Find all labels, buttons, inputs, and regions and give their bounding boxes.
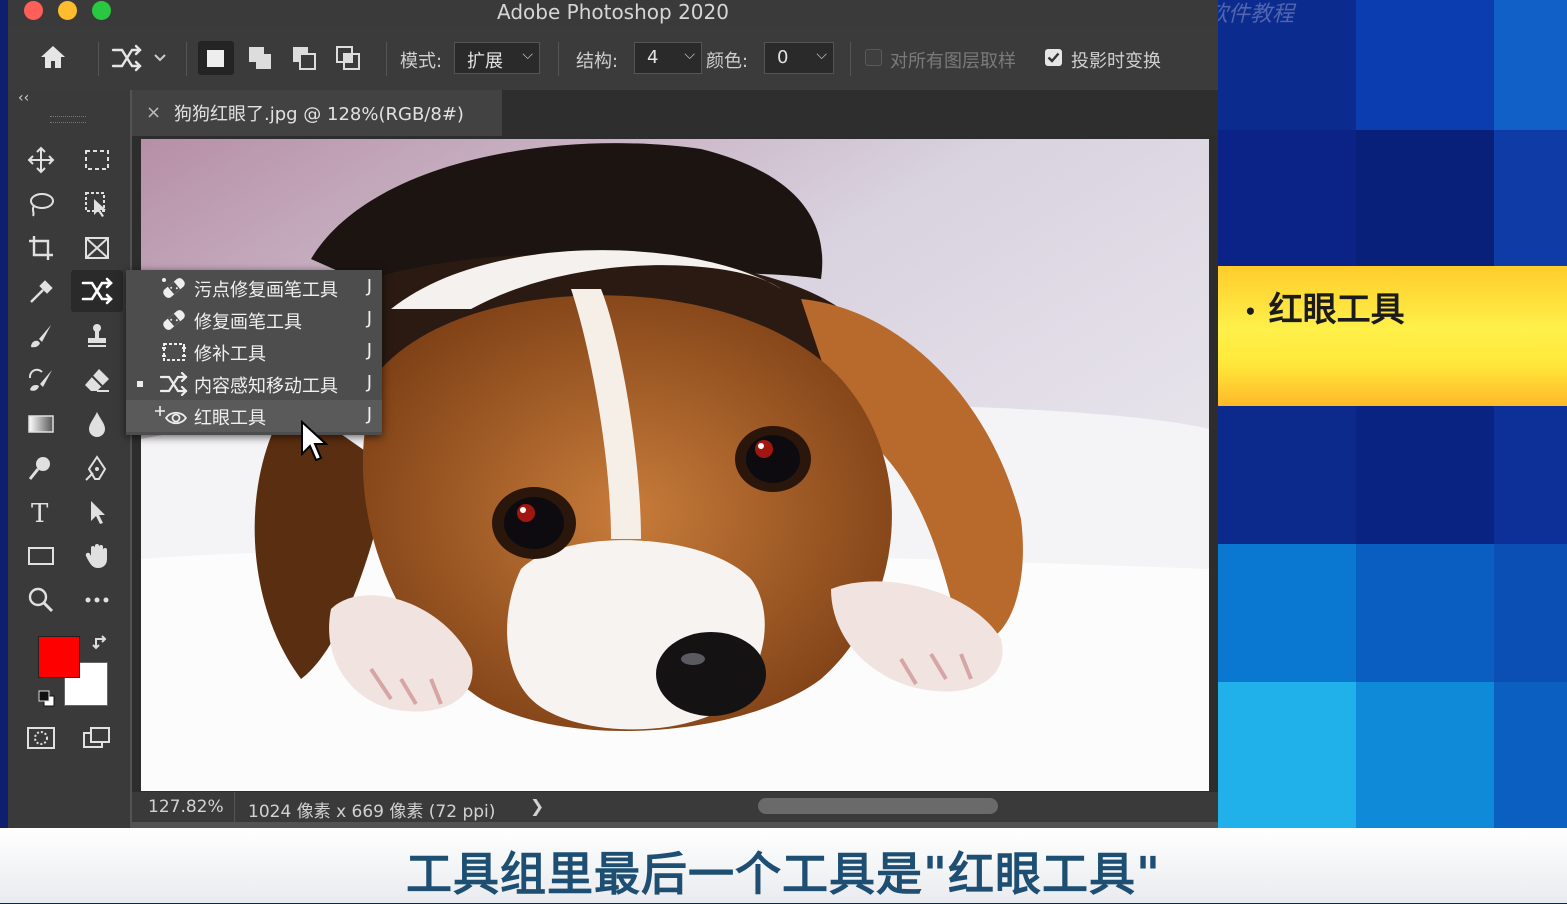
chevron-down-icon: ⌵ — [816, 47, 827, 63]
transform-on-drop-label: 投影时变换 — [1071, 51, 1161, 72]
title-bar: Adobe Photoshop 2020 — [8, 0, 1218, 26]
banner-label: • 红眼工具 — [1244, 290, 1405, 330]
structure-select[interactable]: 4 ⌵ — [634, 42, 702, 74]
color-label: 颜色: — [706, 51, 749, 72]
window-title: Adobe Photoshop 2020 — [497, 0, 729, 24]
menu-item-spot-healing-brush[interactable]: 污点修复画笔工具 J — [126, 272, 382, 304]
topic-banner: • 红眼工具 — [1218, 266, 1567, 406]
clone-stamp-tool-icon[interactable] — [77, 318, 117, 354]
collapse-panel-button[interactable]: ‹‹ — [18, 90, 29, 106]
menu-item-label: 修复画笔工具 — [194, 312, 302, 333]
document-tab-bar: × 狗狗红眼了.jpg @ 128%(RGB/8#) — [132, 90, 1218, 136]
close-tab-icon[interactable]: × — [146, 102, 161, 123]
document-tab[interactable]: × 狗狗红眼了.jpg @ 128%(RGB/8#) — [132, 90, 502, 136]
healing-tool-group-icon[interactable] — [71, 270, 123, 312]
chevron-down-icon: ⌵ — [522, 47, 533, 63]
more-tools-icon[interactable] — [77, 582, 117, 618]
menu-item-red-eye[interactable]: 红眼工具 J — [126, 400, 382, 432]
sample-all-layers-checkbox[interactable] — [865, 49, 882, 66]
marquee-tool-icon[interactable] — [77, 142, 117, 178]
red-eye-icon — [154, 404, 188, 428]
transform-on-drop-checkbox[interactable] — [1045, 49, 1062, 66]
mode-value: 扩展 — [467, 51, 503, 72]
pen-tool-icon[interactable] — [77, 450, 117, 486]
mouse-cursor-icon — [300, 419, 330, 468]
gradient-tool-icon[interactable] — [21, 406, 61, 442]
swap-colors-icon[interactable] — [92, 634, 110, 656]
rectangle-tool-icon[interactable] — [21, 538, 61, 574]
foreground-color-swatch[interactable] — [38, 636, 80, 678]
toolbox-grip[interactable] — [50, 116, 86, 123]
menu-item-patch[interactable]: 修补工具 J — [126, 336, 382, 368]
crop-tool-icon[interactable] — [21, 230, 61, 266]
menu-item-shortcut: J — [366, 404, 372, 425]
content-aware-move-icon — [159, 371, 188, 397]
path-selection-tool-icon[interactable] — [77, 494, 117, 530]
document-info: 1024 像素 x 669 像素 (72 ppi) — [248, 802, 496, 822]
menu-item-label: 内容感知移动工具 — [194, 376, 338, 397]
document-tab-title: 狗狗红眼了.jpg @ 128%(RGB/8#) — [174, 104, 464, 125]
color-value: 0 — [777, 47, 789, 68]
object-selection-tool-icon[interactable] — [77, 186, 117, 222]
zoom-tool-icon[interactable] — [21, 582, 61, 618]
quick-mask-icon[interactable] — [21, 720, 61, 756]
structure-label: 结构: — [576, 51, 619, 72]
color-select[interactable]: 0 ⌵ — [764, 42, 834, 74]
add-to-selection-button[interactable] — [248, 46, 274, 77]
tool-preset-picker[interactable] — [110, 44, 174, 77]
options-bar: 模式: 扩展 ⌵ 结构: 4 ⌵ 颜色: 0 ⌵ 对所有图层取样 投影时变换 — [8, 26, 1218, 90]
dodge-tool-icon[interactable] — [21, 450, 61, 486]
history-brush-tool-icon[interactable] — [21, 362, 61, 398]
vertical-scrollbar[interactable] — [1209, 136, 1218, 792]
type-tool-icon[interactable]: T — [21, 494, 61, 530]
eraser-tool-icon[interactable] — [77, 362, 117, 398]
status-menu-arrow[interactable]: ❯ — [530, 797, 544, 817]
screen-mode-icon[interactable] — [77, 720, 117, 756]
healing-tools-flyout-menu: 污点修复画笔工具 J 修复画笔工具 J 修补工具 J 内容感知移动工具 J 红眼… — [126, 270, 382, 435]
chevron-down-icon: ⌵ — [684, 47, 695, 63]
status-bar: 127.82% 1024 像素 x 669 像素 (72 ppi) ❯ — [132, 792, 1218, 822]
home-icon[interactable] — [38, 42, 68, 77]
eyedropper-tool-icon[interactable] — [21, 274, 61, 310]
sample-all-layers-label: 对所有图层取样 — [890, 51, 1016, 72]
healing-brush-icon — [160, 308, 188, 332]
menu-item-content-aware-move[interactable]: 内容感知移动工具 J — [126, 368, 382, 400]
default-colors-icon[interactable] — [38, 690, 56, 712]
watermark-text: 软件教程 — [1218, 2, 1295, 27]
subtitle-bar: 工具组里最后一个工具是"红眼工具" — [0, 828, 1567, 903]
move-tool-icon[interactable] — [21, 142, 61, 178]
subtitle-text: 工具组里最后一个工具是"红眼工具" — [406, 847, 1161, 901]
patch-icon — [160, 340, 188, 364]
banner-text: 红眼工具 — [1268, 290, 1405, 330]
lasso-tool-icon[interactable] — [21, 186, 61, 222]
hand-tool-icon[interactable] — [77, 538, 117, 574]
canvas-area[interactable] — [132, 136, 1218, 792]
blur-tool-icon[interactable] — [77, 406, 117, 442]
pixel-mosaic-background — [1218, 0, 1567, 828]
svg-text:T: T — [31, 499, 49, 526]
right-decorative-panel: 软件教程 — [1218, 0, 1567, 828]
menu-item-label: 修补工具 — [194, 344, 266, 365]
zoom-level[interactable]: 127.82% — [148, 797, 224, 817]
current-tool-marker — [137, 381, 143, 387]
menu-item-shortcut: J — [366, 372, 372, 393]
menu-item-shortcut: J — [366, 276, 372, 297]
mode-label: 模式: — [400, 51, 443, 72]
menu-item-healing-brush[interactable]: 修复画笔工具 J — [126, 304, 382, 336]
new-selection-button[interactable] — [198, 41, 234, 75]
toolbox: ‹‹ T — [8, 90, 130, 828]
structure-value: 4 — [647, 47, 659, 68]
menu-item-shortcut: J — [366, 308, 372, 329]
frame-tool-icon[interactable] — [77, 230, 117, 266]
menu-item-shortcut: J — [366, 340, 372, 361]
spot-healing-brush-icon — [160, 276, 188, 300]
mode-select[interactable]: 扩展 ⌵ — [454, 42, 540, 74]
horizontal-scrollbar[interactable] — [758, 798, 998, 814]
menu-item-label: 污点修复画笔工具 — [194, 280, 338, 301]
subtract-from-selection-button[interactable] — [292, 46, 318, 77]
intersect-selection-button[interactable] — [336, 46, 362, 77]
menu-item-label: 红眼工具 — [194, 408, 266, 429]
brush-tool-icon[interactable] — [21, 318, 61, 354]
